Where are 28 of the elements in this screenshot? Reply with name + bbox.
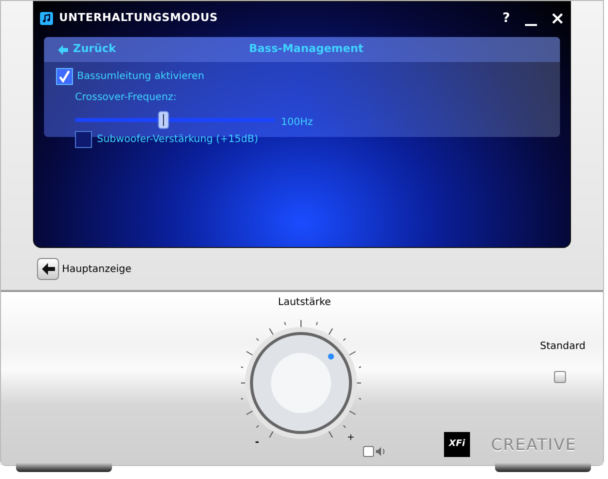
left-arrow-icon <box>58 44 68 54</box>
help-button[interactable]: ? <box>499 12 513 25</box>
frequency-value: 100Hz <box>281 116 313 130</box>
brand-logo: CREATIVE <box>491 434 577 456</box>
left-arrow-icon <box>42 263 54 275</box>
checkbox-label: Bassumleitung aktivieren <box>77 70 204 84</box>
music-note-icon <box>40 12 53 25</box>
slider-track[interactable] <box>75 110 275 128</box>
window-title: UNTERHALTUNGSMODUS <box>59 10 218 26</box>
close-icon[interactable] <box>551 12 564 25</box>
checkbox[interactable] <box>75 131 92 148</box>
slider-thumb[interactable] <box>158 110 169 128</box>
volume-label: Lautstärke <box>278 296 331 310</box>
back-link[interactable]: Zurück <box>58 41 116 58</box>
panel-title: Bass-Management <box>249 41 364 58</box>
volume-max-label: + <box>347 432 355 445</box>
crossover-label: Crossover-Frequenz: <box>75 91 178 105</box>
xfi-logo: XFi <box>444 432 470 457</box>
checkbox-label: Subwoofer-Verstärkung (+15dB) <box>97 133 258 147</box>
checkbox[interactable] <box>56 68 73 85</box>
standard-checkbox[interactable] <box>554 371 566 383</box>
mute-checkbox[interactable] <box>363 446 374 457</box>
standard-label: Standard <box>540 340 586 354</box>
checkmark-icon <box>58 70 71 83</box>
volume-min-label: - <box>255 436 260 450</box>
back-button[interactable] <box>37 258 59 280</box>
main-view-label: Hauptanzeige <box>62 262 132 276</box>
speaker-icon <box>376 447 386 456</box>
